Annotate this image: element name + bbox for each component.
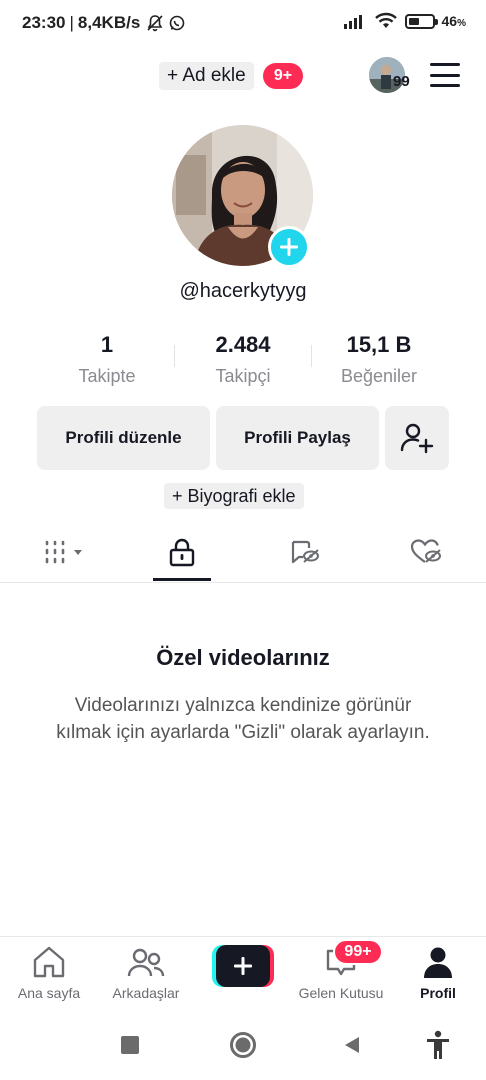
menu-line (430, 63, 460, 66)
friends-icon (127, 948, 165, 977)
stat-followers[interactable]: 2.484 Takipçi (173, 330, 313, 387)
nav-label: Arkadaşlar (112, 985, 180, 1001)
plus-icon (234, 957, 252, 975)
active-tab-indicator (153, 578, 211, 581)
status-separator: | (69, 13, 74, 32)
square-icon (121, 1036, 139, 1054)
nav-profile[interactable]: Profil (404, 937, 472, 1011)
home-system-button[interactable] (226, 1028, 260, 1062)
nav-home[interactable]: Ana sayfa (10, 937, 88, 1011)
battery-unit: % (457, 18, 466, 29)
system-navigation (0, 1010, 486, 1080)
circle-icon (230, 1032, 256, 1058)
profile-icon (424, 947, 452, 978)
lock-icon (169, 538, 195, 567)
empty-state-title: Özel videolarınız (156, 645, 330, 670)
inbox-badge: 99+ (333, 939, 383, 965)
nav-friends[interactable]: Arkadaşlar (104, 937, 188, 1011)
grid-icon (45, 540, 82, 564)
status-bar: 23:30 | 8,4KB/s 46% (0, 0, 486, 48)
stat-value: 2.484 (215, 332, 271, 357)
battery-percent: 46 (441, 13, 458, 29)
add-friend-button[interactable] (385, 406, 449, 470)
battery-level (408, 17, 419, 25)
recent-apps-button[interactable] (113, 1028, 147, 1062)
nav-label: Ana sayfa (17, 985, 81, 1001)
notification-badge[interactable]: 9+ (263, 63, 303, 89)
stat-label: Takipçi (215, 366, 271, 386)
accessibility-button[interactable] (421, 1028, 455, 1062)
hidden-repost-icon (291, 540, 319, 564)
stat-label: Beğeniler (340, 366, 418, 386)
profile-tabs (0, 522, 486, 583)
profile-stats: 1 Takipte 2.484 Takipçi 15,1 B Beğeniler (0, 330, 486, 390)
signal-icon (343, 15, 362, 29)
add-user-icon (400, 423, 434, 454)
stat-value: 15,1 B (346, 332, 412, 357)
add-bio-button[interactable]: + Biyografi ekle (164, 483, 304, 509)
story-count: 99 (393, 73, 410, 90)
bell-muted-icon (147, 15, 163, 32)
battery-icon (404, 13, 438, 29)
menu-line (430, 84, 460, 87)
menu-line (430, 73, 460, 77)
edit-profile-button[interactable]: Profili düzenle (37, 406, 210, 470)
tab-videos[interactable] (10, 522, 120, 582)
wifi-icon (374, 12, 397, 28)
add-photo-button[interactable] (268, 226, 310, 268)
tab-liked-hidden[interactable] (371, 522, 481, 582)
back-button[interactable] (335, 1028, 369, 1062)
stat-following[interactable]: 1 Takipte (37, 330, 177, 387)
stat-value: 1 (100, 332, 114, 357)
share-profile-button[interactable]: Profili Paylaş (216, 406, 379, 470)
tab-reposts-hidden[interactable] (249, 522, 359, 582)
stat-label: Takipte (78, 366, 136, 386)
stat-likes[interactable]: 15,1 B Beğeniler (309, 330, 449, 387)
status-time: 23:30 (22, 13, 66, 32)
add-account-button[interactable]: + Ad ekle (159, 62, 254, 90)
whatsapp-icon (169, 15, 185, 31)
nav-label: Profil (420, 985, 456, 1001)
status-left: 23:30 | 8,4KB/s (22, 13, 186, 33)
network-speed: 8,4KB/s (77, 13, 141, 32)
empty-state-description: Videolarınızı yalnızca kendinize görünür… (56, 695, 430, 743)
accessibility-icon (427, 1030, 449, 1059)
menu-button[interactable] (430, 63, 460, 87)
nav-label: Gelen Kutusu (298, 985, 384, 1001)
tab-private[interactable] (127, 522, 237, 582)
hidden-liked-icon (410, 539, 441, 563)
plus-icon (280, 238, 298, 256)
status-right: 46% (343, 12, 466, 30)
username: @hacerkytyyg (179, 280, 307, 302)
create-button[interactable] (212, 945, 274, 987)
back-triangle-icon (345, 1037, 359, 1053)
home-icon (33, 946, 65, 978)
